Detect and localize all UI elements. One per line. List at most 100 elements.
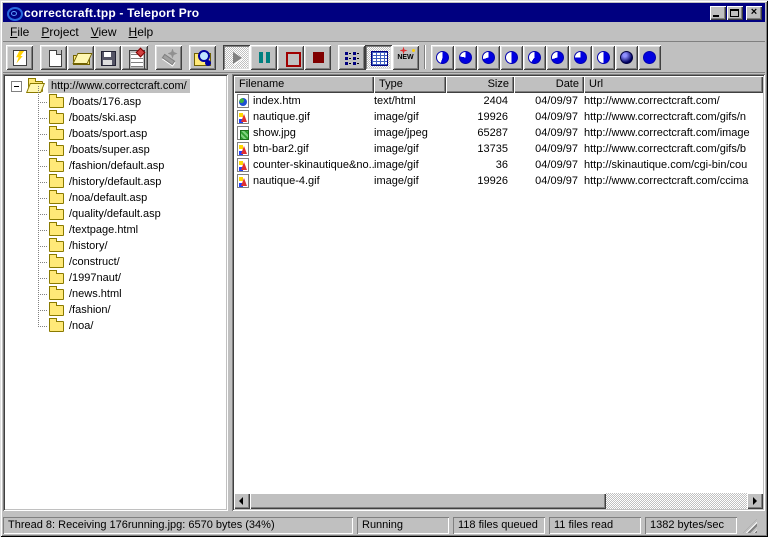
file-row[interactable]: btn-bar2.gif image/gif 13735 04/09/97 http:/… [234,141,763,157]
file-row[interactable]: nautique.gif image/gif 19926 04/09/97 http:/… [234,109,763,125]
maximize-icon [730,8,739,17]
site-tree: http://www.correctcraft.com//boats/176.a… [5,76,226,509]
folder-icon [49,221,64,236]
abort-project-button[interactable] [304,44,331,70]
file-row[interactable]: show.jpg image/jpeg 65287 04/09/97 http://ww… [234,125,763,141]
tree-item[interactable]: /history/ [5,237,226,254]
tree-item[interactable]: /fashion/ [5,301,226,318]
pause-icon [255,49,273,66]
window-title: correctcraft.tpp - Teleport Pro [24,5,200,20]
type-cell: image/jpeg [374,127,428,139]
thread-3-button[interactable] [477,44,500,70]
list-view-button[interactable] [338,44,365,70]
menu-item-help[interactable]: Help [123,23,160,41]
file-row[interactable]: counter-skinautique&no... image/gif 36 04/0… [234,157,763,173]
scrollbar-thumb[interactable] [250,493,606,509]
gif-file-icon [237,110,249,124]
tree-item[interactable]: /noa/default.asp [5,189,226,206]
details-view-button[interactable] [365,44,392,70]
scroll-right-button[interactable] [747,493,763,509]
menu-item-project[interactable]: Project [35,23,84,41]
thread-2-button[interactable] [454,44,477,70]
maximize-button[interactable] [727,5,743,20]
size-cell: 19926 [477,175,508,187]
thread-1-button[interactable] [431,44,454,70]
file-row[interactable]: nautique-4.gif image/gif 19926 04/09/97 http… [234,173,763,189]
pause-project-button[interactable] [250,44,277,70]
tree-item-label: /boats/ski.asp [69,112,137,124]
tree-item[interactable]: /boats/ski.asp [5,109,226,126]
wand-icon [160,49,178,66]
size-cell: 13735 [477,143,508,155]
filename-cell: btn-bar2.gif [234,142,374,156]
type-cell: image/gif [374,159,419,171]
start-project-button[interactable] [223,44,250,70]
thread-8-button[interactable] [592,44,615,70]
tree-item[interactable]: /quality/default.asp [5,205,226,222]
folder-icon [49,173,64,188]
new-icon [45,49,63,67]
stop-project-button[interactable] [277,44,304,70]
tree-item[interactable]: /boats/176.asp [5,93,226,110]
thread-9-button[interactable] [615,44,638,70]
file-list-header: Filename Type Size Date Url [234,76,763,93]
new-project-wizard-button[interactable] [6,44,33,70]
size-cell: 36 [495,159,508,171]
thread-10-icon [643,50,656,64]
type-cell: image/gif [374,111,419,123]
thread-5-button[interactable] [523,44,546,70]
menu-item-view[interactable]: View [85,23,123,41]
new-project-button[interactable] [40,44,67,70]
column-header-size[interactable]: Size [446,76,514,93]
site-tree-pane: http://www.correctcraft.com//boats/176.a… [3,74,228,511]
retrieve-wizard-button[interactable] [155,44,182,70]
close-button[interactable]: × [746,5,762,20]
tree-item[interactable]: /construct/ [5,253,226,270]
horizontal-scrollbar[interactable] [234,493,763,509]
column-header-date[interactable]: Date [514,76,584,93]
tree-item[interactable]: /history/default.asp [5,173,226,190]
folder-icon [49,237,64,252]
column-header-type[interactable]: Type [374,76,446,93]
url-cell: http://www.correctcraft.com/ccima [584,175,749,187]
status-panel-3: 1382 bytes/sec [645,517,737,534]
tree-item[interactable]: /news.html [5,285,226,302]
browse-file-button[interactable] [189,44,216,70]
gif-file-icon [237,158,249,172]
save-project-button[interactable] [94,44,121,70]
window-controls: × [710,5,762,20]
tree-item[interactable]: /boats/sport.asp [5,125,226,142]
open-project-button[interactable] [67,44,94,70]
date-cell: 04/09/97 [535,127,578,139]
details-icon [370,49,388,66]
props-icon [126,49,145,70]
gif-file-icon [237,174,249,188]
tree-item[interactable]: /fashion/default.asp [5,157,226,174]
folder-icon [49,317,64,332]
highlight-new-files-button[interactable]: NEW [392,44,419,70]
thread-10-button[interactable] [638,44,661,70]
scroll-left-button[interactable] [234,493,250,509]
thread-4-button[interactable] [500,44,523,70]
column-header-filename[interactable]: Filename [234,76,374,93]
tree-children: /boats/176.asp/boats/ski.asp/boats/sport… [5,86,226,334]
thread-6-button[interactable] [546,44,569,70]
thread-7-button[interactable] [569,44,592,70]
status-panel-2: 11 files read [549,517,641,534]
file-row[interactable]: index.htm text/html 2404 04/09/97 http://www… [234,93,763,109]
tree-item[interactable]: /textpage.html [5,221,226,238]
tree-item[interactable]: /noa/ [5,317,226,334]
project-properties-button[interactable] [121,44,148,70]
resize-grip[interactable] [743,519,757,533]
file-list: index.htm text/html 2404 04/09/97 http://www… [234,93,763,492]
tree-item[interactable]: /boats/super.asp [5,141,226,158]
filename-text: counter-skinautique&no... [253,159,374,171]
title-bar[interactable]: correctcraft.tpp - Teleport Pro × [3,3,765,22]
tree-item[interactable]: /1997naut/ [5,269,226,286]
minimize-button[interactable] [710,5,726,20]
collapse-icon[interactable] [11,80,22,92]
column-header-url[interactable]: Url [584,76,763,93]
status-panel-0: Running [357,517,449,534]
tree-item-label: /boats/super.asp [69,144,150,156]
menu-item-file[interactable]: File [4,23,35,41]
